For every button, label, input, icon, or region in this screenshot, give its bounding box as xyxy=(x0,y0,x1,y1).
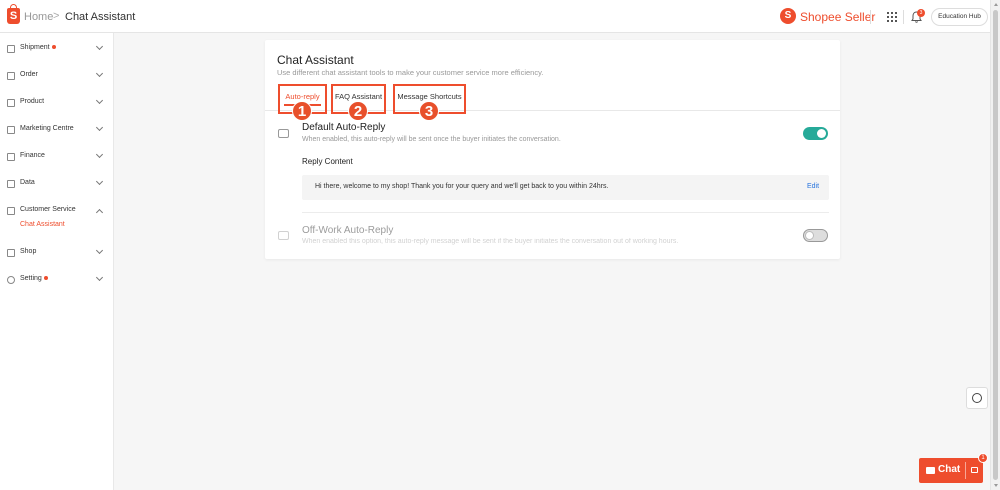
reply-content-text: Hi there, welcome to my shop! Thank you … xyxy=(315,183,609,190)
sidebar-item-label: Customer Service xyxy=(20,206,76,213)
sidebar-item-customer-service[interactable]: Customer Service xyxy=(0,203,114,221)
default-reply-desc: When enabled, this auto-reply will be se… xyxy=(302,136,561,143)
sidebar-item-shipment[interactable]: Shipment xyxy=(0,41,114,59)
chevron-down-icon xyxy=(95,273,104,282)
chevron-down-icon xyxy=(95,96,104,105)
minimize-chat-icon[interactable] xyxy=(971,467,978,473)
tag-icon xyxy=(7,126,15,134)
shop-icon xyxy=(7,249,15,257)
chat-divider xyxy=(965,462,966,479)
chevron-down-icon xyxy=(95,177,104,186)
step-badge-3: 3 xyxy=(419,101,439,121)
truck-icon xyxy=(7,45,15,53)
sidebar-item-label: Shipment xyxy=(20,44,50,51)
sidebar-item-setting[interactable]: Setting xyxy=(0,272,114,290)
scrollbar-thumb[interactable] xyxy=(993,10,998,480)
headset-icon xyxy=(7,207,15,215)
breadcrumb-home[interactable]: Home xyxy=(24,11,53,23)
chat-bubble-icon xyxy=(926,467,935,474)
header-divider xyxy=(903,10,904,24)
header-divider xyxy=(870,10,871,24)
chevron-down-icon xyxy=(95,246,104,255)
default-reply-title: Default Auto-Reply xyxy=(302,122,386,133)
scroll-up-icon[interactable] xyxy=(994,3,998,6)
chevron-down-icon xyxy=(95,150,104,159)
chat-button[interactable]: Chat xyxy=(919,458,983,483)
message-flag-icon xyxy=(278,129,289,138)
sidebar-item-marketing-centre[interactable]: Marketing Centre xyxy=(0,122,114,140)
education-hub-button[interactable]: Education Hub xyxy=(931,8,988,26)
chat-unread-badge: 1 xyxy=(978,453,988,463)
clipboard-icon xyxy=(7,72,15,80)
chevron-down-icon xyxy=(95,123,104,132)
edit-reply-link[interactable]: Edit xyxy=(807,183,819,190)
sidebar-item-shop[interactable]: Shop xyxy=(0,245,114,263)
sidebar-item-label: Data xyxy=(20,179,35,186)
customer-support-button[interactable] xyxy=(966,387,988,409)
chart-icon xyxy=(7,180,15,188)
gear-icon xyxy=(7,276,15,284)
sidebar-subitem-chat-assistant[interactable]: Chat Assistant xyxy=(20,221,65,228)
shopee-seller-brand: Shopee Seller xyxy=(800,10,876,24)
sidebar-item-product[interactable]: Product xyxy=(0,95,114,113)
toggle-knob xyxy=(817,129,826,138)
default-reply-toggle[interactable] xyxy=(803,127,828,140)
top-header: S Home > Chat Assistant S Shopee Seller … xyxy=(0,0,990,33)
reply-content-box: Hi there, welcome to my shop! Thank you … xyxy=(302,175,829,200)
offwork-reply-toggle[interactable] xyxy=(803,229,828,242)
chevron-right-icon: > xyxy=(53,10,60,22)
tab-label: Message Shortcuts xyxy=(397,92,462,101)
sidebar-item-label: Marketing Centre xyxy=(20,125,74,132)
chat-assistant-card: Chat Assistant Use different chat assist… xyxy=(265,40,840,259)
scroll-down-icon[interactable] xyxy=(994,484,998,487)
section-divider xyxy=(302,212,829,213)
page-title: Chat Assistant xyxy=(277,53,354,67)
sidebar-item-data[interactable]: Data xyxy=(0,176,114,194)
breadcrumb-current: Chat Assistant xyxy=(65,11,136,23)
wallet-icon xyxy=(7,153,15,161)
step-badge-1: 1 xyxy=(292,101,312,121)
sidebar-item-order[interactable]: Order xyxy=(0,68,114,86)
chevron-down-icon xyxy=(95,42,104,51)
chevron-up-icon xyxy=(95,208,104,217)
message-flag-icon xyxy=(278,231,289,240)
shopee-seller-logo-icon: S xyxy=(780,8,796,24)
page-scrollbar[interactable] xyxy=(990,0,1000,490)
headset-icon xyxy=(972,393,982,403)
chevron-down-icon xyxy=(95,69,104,78)
reply-content-label: Reply Content xyxy=(302,157,353,166)
sidebar-item-label: Setting xyxy=(20,275,42,282)
toggle-knob xyxy=(805,231,814,240)
sidebar-item-label: Shop xyxy=(20,248,37,255)
shopee-logo-icon[interactable]: S xyxy=(7,4,20,24)
page-subtitle: Use different chat assistant tools to ma… xyxy=(277,68,544,77)
tab-label: Auto-reply xyxy=(285,92,320,101)
sidebar-item-label: Finance xyxy=(20,152,45,159)
alert-dot xyxy=(43,276,48,281)
sidebar-item-label: Product xyxy=(20,98,45,105)
offwork-reply-desc: When enabled this option, this auto-repl… xyxy=(302,238,679,245)
sidebar-item-finance[interactable]: Finance xyxy=(0,149,114,167)
sidebar: Shipment Order Product Marketing Centre … xyxy=(0,33,114,490)
notification-badge: 3 xyxy=(917,9,925,17)
tab-label: FAQ Assistant xyxy=(334,92,383,101)
apps-grid-icon[interactable] xyxy=(887,12,897,22)
offwork-reply-title: Off-Work Auto-Reply xyxy=(302,225,394,236)
alert-dot xyxy=(51,45,56,50)
chat-label: Chat xyxy=(938,464,961,475)
step-badge-2: 2 xyxy=(348,101,368,121)
sidebar-item-label: Order xyxy=(20,71,38,78)
box-icon xyxy=(7,99,15,107)
